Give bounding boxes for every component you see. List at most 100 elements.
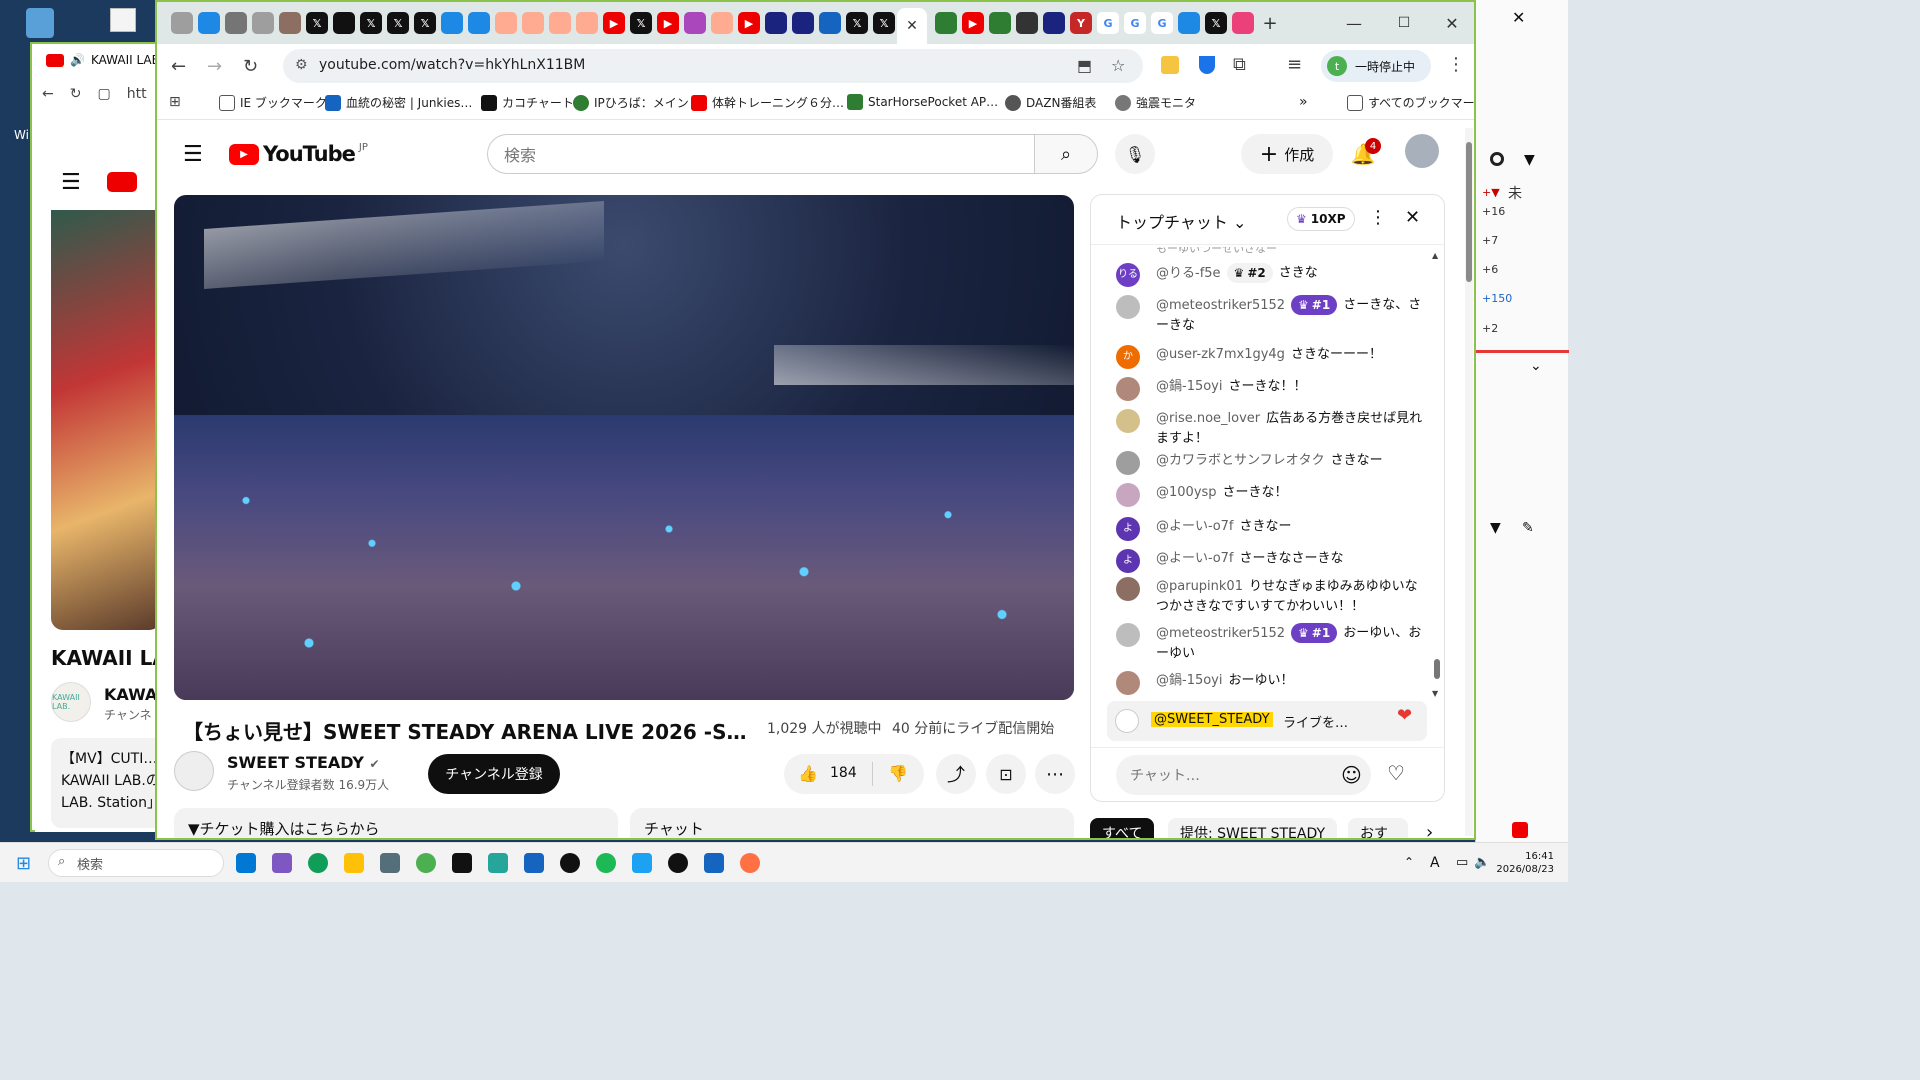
chat-author-avatar[interactable]: か <box>1116 345 1140 369</box>
x-icon[interactable]: 𝕏 <box>846 12 868 34</box>
google-icon[interactable]: G <box>1124 12 1146 34</box>
site-info-icon[interactable]: ⚙ <box>295 57 308 73</box>
search-icon[interactable]: ⌕ <box>1034 134 1098 174</box>
chat-author[interactable]: @よーい-o7f <box>1156 551 1234 566</box>
back-arrow-icon[interactable]: ← <box>42 86 54 102</box>
microphone-icon[interactable]: 🎙 <box>1115 134 1155 174</box>
chat-message[interactable]: @100ysp さーきな！ <box>1116 483 1426 507</box>
record-icon[interactable] <box>1512 822 1528 838</box>
bookmark-item[interactable]: 体幹トレーニング６分… <box>691 94 844 111</box>
chat-author-avatar[interactable]: りる <box>1116 263 1140 287</box>
bookmark-star-icon[interactable]: ☆ <box>1111 56 1125 75</box>
background-tab[interactable]: 🔊 KAWAII LAB. <box>32 44 168 76</box>
chevron-up-icon[interactable]: ⌃ <box>1404 855 1414 869</box>
target-icon[interactable] <box>1490 152 1504 166</box>
dislike-icon[interactable]: 👎 <box>888 764 908 783</box>
background-channel-avatar[interactable]: KAWAII LAB. <box>51 682 91 722</box>
forward-arrow-icon[interactable]: → <box>207 56 222 77</box>
shield-icon[interactable] <box>1199 56 1215 74</box>
chat-author-avatar[interactable]: よ <box>1116 517 1140 541</box>
tiktok-icon[interactable] <box>560 853 580 873</box>
edge-icon[interactable] <box>308 853 328 873</box>
pencil-icon[interactable]: ✎ <box>1522 520 1534 536</box>
tab-favicon[interactable] <box>333 12 355 34</box>
tab-favicon[interactable] <box>495 12 517 34</box>
more-vert-icon[interactable]: ⋮ <box>1369 207 1387 228</box>
background-video-thumbnail[interactable] <box>51 210 161 630</box>
bookmark-item[interactable]: カコチャート <box>481 94 574 111</box>
chat-message[interactable]: @meteostriker5152 ♛ #1 おーゆい、おーゆい <box>1116 623 1426 664</box>
chevron-down-icon[interactable]: ⌄ <box>1530 358 1542 374</box>
extension-icon[interactable] <box>1161 56 1179 74</box>
app-icon[interactable] <box>704 853 724 873</box>
background-address[interactable]: htt <box>127 86 147 102</box>
scrollbar-thumb[interactable] <box>1434 659 1440 679</box>
google-icon[interactable]: G <box>1151 12 1173 34</box>
tab-favicon[interactable] <box>279 12 301 34</box>
close-icon[interactable]: ✕ <box>1512 8 1525 27</box>
tab-favicon[interactable] <box>792 12 814 34</box>
x-icon[interactable]: 𝕏 <box>387 12 409 34</box>
chip-channel[interactable]: 提供: SWEET STEADY <box>1168 818 1338 838</box>
app-icon[interactable] <box>488 853 508 873</box>
youtube-icon[interactable]: ▶ <box>657 12 679 34</box>
chat-author-avatar[interactable] <box>1116 451 1140 475</box>
chat-author[interactable]: @meteostriker5152 <box>1156 298 1285 313</box>
document-icon[interactable] <box>110 8 136 32</box>
close-window-button[interactable]: ✕ <box>1441 12 1463 34</box>
chat-author[interactable]: @parupink01 <box>1156 579 1243 594</box>
chat-author-avatar[interactable] <box>1116 483 1140 507</box>
minimize-button[interactable]: — <box>1343 12 1365 34</box>
x-icon[interactable]: 𝕏 <box>630 12 652 34</box>
apps-grid-icon[interactable]: ⊞ <box>169 94 181 110</box>
task-view-icon[interactable] <box>236 853 256 873</box>
chat-message[interactable]: よ @よーい-o7f さきなー <box>1116 517 1426 541</box>
active-tab-close-icon[interactable]: ✕ <box>897 8 927 44</box>
x-icon[interactable]: 𝕏 <box>414 12 436 34</box>
create-button[interactable]: + 作成 <box>1241 134 1333 174</box>
chat-message[interactable]: か @user-zk7mx1gy4g さきなーーー！ <box>1116 345 1426 369</box>
chat-author-avatar[interactable] <box>1116 623 1140 647</box>
chat-author[interactable]: @カワラボとサンフレオタク <box>1156 453 1325 468</box>
volume-icon[interactable]: 🔈 <box>1474 855 1490 870</box>
more-bookmarks-icon[interactable]: » <box>1299 94 1308 110</box>
profile-button[interactable]: t 一時停止中 <box>1321 50 1431 82</box>
start-button[interactable]: ⊞ <box>16 853 31 874</box>
chat-author-avatar[interactable] <box>1116 577 1140 601</box>
chat-author[interactable]: @よーい-o7f <box>1156 519 1234 534</box>
tab-favicon[interactable] <box>989 12 1011 34</box>
bookmark-item[interactable]: 強震モニタ <box>1115 94 1196 111</box>
chat-author[interactable]: @鍋-15oyi <box>1156 673 1223 688</box>
tab-favicon[interactable] <box>576 12 598 34</box>
bookmark-item[interactable]: IPひろば：メイン <box>573 94 689 111</box>
tab-favicon[interactable] <box>1043 12 1065 34</box>
chat-message[interactable]: りる @りる-f5e ♛ #2 さきな <box>1116 263 1426 287</box>
emoji-icon[interactable]: ☺ <box>1341 763 1362 787</box>
chat-message[interactable]: @鍋-15oyi おーゆい！ <box>1116 671 1426 695</box>
puzzle-icon[interactable]: ⧉ <box>1233 54 1246 75</box>
file-explorer-icon[interactable] <box>344 853 364 873</box>
x-icon[interactable]: 𝕏 <box>360 12 382 34</box>
tab-favicon[interactable] <box>171 12 193 34</box>
chat-message[interactable]: よ @よーい-o7f さーきなさーきな <box>1116 549 1426 573</box>
all-bookmarks[interactable]: すべてのブックマーク <box>1347 94 1474 111</box>
address-bar[interactable]: ⚙ youtube.com/watch?v=hkYhLnX11BM ⬒ ☆ <box>283 49 1143 83</box>
install-app-icon[interactable]: ⬒ <box>1077 56 1092 75</box>
calculator-icon[interactable] <box>380 853 400 873</box>
taskbar-search[interactable]: ⌕ 検索 <box>48 849 224 877</box>
close-icon[interactable]: ✕ <box>1405 207 1420 228</box>
back-arrow-icon[interactable]: ← <box>171 56 186 77</box>
tab-favicon[interactable] <box>1178 12 1200 34</box>
chat-replay-box[interactable]: チャット <box>630 808 1074 838</box>
google-icon[interactable]: G <box>1097 12 1119 34</box>
tab-favicon[interactable] <box>198 12 220 34</box>
network-icon[interactable]: ▭ <box>1456 855 1468 870</box>
tab-favicon[interactable] <box>441 12 463 34</box>
chat-author-avatar[interactable] <box>1116 295 1140 319</box>
search-input[interactable]: 検索 <box>487 134 1035 174</box>
reload-icon[interactable]: ↻ <box>70 86 82 102</box>
xp-badge[interactable]: ♛ 10XP <box>1287 207 1355 231</box>
tab-favicon[interactable] <box>252 12 274 34</box>
youtube-icon[interactable]: ▶ <box>962 12 984 34</box>
tab-favicon[interactable] <box>711 12 733 34</box>
